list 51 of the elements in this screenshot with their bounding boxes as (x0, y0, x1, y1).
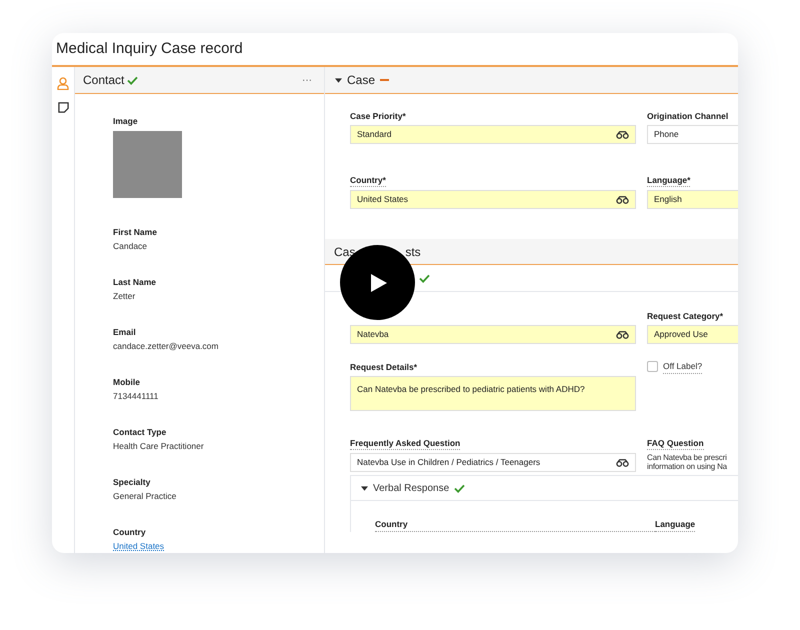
field-value: candace.zetter@veeva.com (113, 340, 218, 353)
input-field[interactable]: Natevba (350, 325, 636, 344)
field-label: Country (113, 527, 147, 538)
field-label: FAQ Question (647, 438, 704, 450)
binoculars-icon (616, 458, 629, 466)
dash-icon (380, 79, 390, 81)
field-label: Email (113, 327, 137, 338)
field-label: Mobile (113, 377, 141, 388)
binoculars-icon (616, 196, 629, 204)
input-field[interactable]: Standard (350, 125, 636, 144)
field-label: Last Name (113, 277, 157, 288)
play-icon (371, 274, 387, 292)
field-value: Health Care Practitioner (113, 440, 204, 453)
input-field[interactable]: Phone (647, 125, 738, 144)
checkbox-label: Off Label? (663, 360, 702, 374)
input-field[interactable]: Natevba Use in Children / Pediatrics / Teenagers (350, 453, 636, 472)
binoculars-icon (616, 330, 629, 338)
binoculars-icon (616, 130, 629, 138)
section-title: Verbal Response (373, 482, 450, 496)
field-value: information on using Na (647, 462, 727, 471)
field-label: Language* (647, 175, 690, 187)
field-label: First Name (113, 227, 158, 238)
field-value: 7134441111 (113, 390, 158, 403)
field-value: Can Natevba be prescri (647, 453, 727, 462)
input-field[interactable]: English (647, 190, 738, 209)
country-link[interactable]: United States (113, 540, 164, 553)
window-title: Medical Inquiry Case record (56, 38, 243, 59)
text-area[interactable]: Can Natevba be prescribed to pediatric patients with ADHD? (350, 376, 636, 411)
section-title: Contact (83, 72, 124, 89)
field-label: Origination Channel (647, 111, 728, 122)
column-header: Country (375, 518, 655, 532)
field-label: Image (113, 116, 139, 127)
field-value: General Practice (113, 490, 176, 503)
field-value: Zetter (113, 290, 136, 303)
field-label: Request Category* (647, 311, 724, 322)
field-label: Case Priority* (350, 111, 406, 122)
field-label: Request Details* (350, 362, 418, 373)
section-title: sts (405, 244, 421, 260)
field-label: Specialty (113, 477, 152, 488)
field-label: Contact Type (113, 427, 168, 438)
photo-placeholder (113, 131, 182, 198)
field-label: Country* (350, 175, 386, 187)
note-icon[interactable] (58, 102, 68, 113)
field-label: Frequently Asked Question (350, 438, 460, 450)
input-field[interactable]: United States (350, 190, 636, 209)
input-field[interactable]: Approved Use (647, 325, 738, 344)
column-header: Language (655, 518, 696, 532)
section-title: Case (347, 72, 376, 89)
more-button[interactable]: ··· (302, 72, 312, 88)
checkbox[interactable] (647, 361, 658, 372)
field-value: Candace (113, 240, 148, 253)
